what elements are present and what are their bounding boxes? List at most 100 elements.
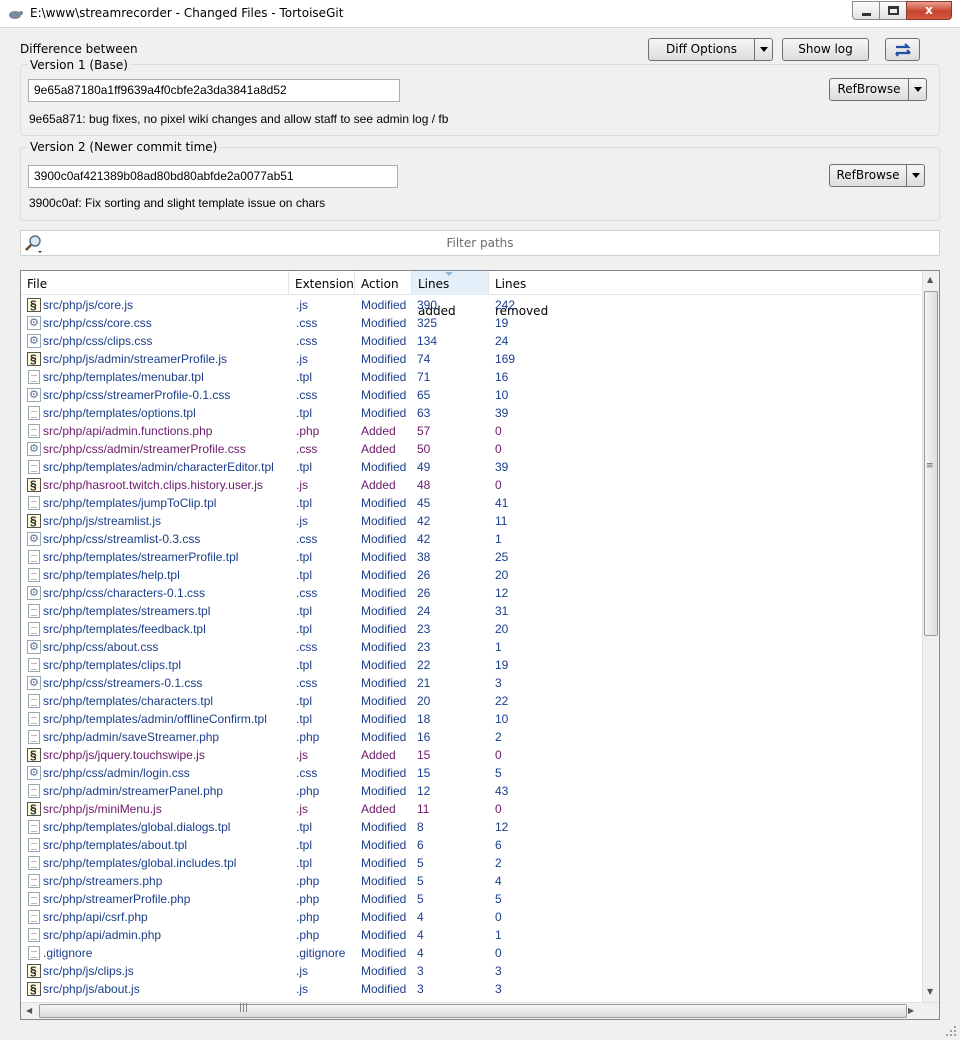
table-row[interactable]: src/php/templates/clips.tpl .tpl Modified 2… xyxy=(21,656,921,674)
table-row[interactable]: src/php/hasroot.twitch.clips.history.use… xyxy=(21,476,921,494)
table-row[interactable]: src/php/css/streamers-0.1.css .css Modifie… xyxy=(21,674,921,692)
table-row[interactable]: src/php/css/streamerProfile-0.1.css .css M… xyxy=(21,386,921,404)
lines-added: 71 xyxy=(417,370,431,384)
table-row[interactable]: src/php/api/admin.php .php Modified 4 1 xyxy=(21,926,921,944)
file-action: Modified xyxy=(361,532,407,546)
show-log-button[interactable]: Show log xyxy=(782,38,869,61)
table-row[interactable]: src/php/api/csrf.php .php Modified 4 0 xyxy=(21,908,921,926)
table-row[interactable]: src/php/css/characters-0.1.css .css Modifi… xyxy=(21,584,921,602)
table-row[interactable]: src/php/templates/characters.tpl .tpl Modi… xyxy=(21,692,921,710)
column-header-lines-removed[interactable]: Lines removed xyxy=(489,271,579,318)
lines-removed: 22 xyxy=(495,694,509,708)
table-row[interactable]: src/php/streamerProfile.php .php Modified 5… xyxy=(21,890,921,908)
filter-paths-box[interactable]: Filter paths xyxy=(20,230,940,256)
table-row[interactable]: src/php/templates/streamers.tpl .tpl Modif… xyxy=(21,602,921,620)
horizontal-scroll-thumb[interactable] xyxy=(39,1004,907,1018)
tortoisegit-icon xyxy=(9,11,23,19)
table-row[interactable]: src/php/css/about.css .css Modified 23 1 xyxy=(21,638,921,656)
file-path: src/php/streamers.php xyxy=(43,874,163,888)
lines-added: 26 xyxy=(417,568,431,582)
minimize-button[interactable] xyxy=(852,1,879,20)
scroll-down-icon[interactable]: ▼ xyxy=(927,987,933,996)
table-row[interactable]: src/php/js/admin/streamerProfile.js .js Mo… xyxy=(21,350,921,368)
table-row[interactable]: src/php/templates/global.includes.tpl .tp… xyxy=(21,854,921,872)
table-row[interactable]: src/php/streamers.php .php Modified 5 4 xyxy=(21,872,921,890)
table-row[interactable]: src/php/templates/help.tpl .tpl Modified 26… xyxy=(21,566,921,584)
column-header-extension[interactable]: Extension xyxy=(289,271,355,295)
table-row[interactable]: src/php/js/jquery.touchswipe.js .js Added 1… xyxy=(21,746,921,764)
table-row[interactable]: src/php/js/about.js .js Modified 3 3 xyxy=(21,980,921,998)
file-rows: src/php/js/core.js.jsModified390242src/p… xyxy=(21,296,921,998)
file-extension: .gitignore xyxy=(296,946,346,960)
table-row[interactable]: src/php/api/admin.functions.php .php Added… xyxy=(21,422,921,440)
js-file-icon xyxy=(27,746,41,764)
vertical-scrollbar[interactable]: ▲ ≡ ▼ xyxy=(922,271,939,1002)
table-row[interactable]: src/php/templates/feedback.tpl .tpl Modifi… xyxy=(21,620,921,638)
php-file-icon xyxy=(28,874,40,888)
version1-commit-message: 9e65a871: bug fixes, no pixel wiki chang… xyxy=(29,112,449,126)
file-extension: .css xyxy=(296,442,318,456)
file-path: src/php/css/streamerProfile-0.1.css xyxy=(43,388,231,402)
lines-removed: 19 xyxy=(495,316,509,330)
horizontal-scrollbar[interactable]: ◀ ||| ▶ xyxy=(21,1002,939,1019)
scroll-left-icon[interactable]: ◀ xyxy=(26,1006,32,1015)
table-row[interactable]: src/php/css/core.css .css Modified 325 19 xyxy=(21,314,921,332)
close-button[interactable]: x xyxy=(906,1,952,20)
version1-refbrowse-dropdown-arrow[interactable] xyxy=(908,79,926,100)
table-row[interactable]: src/php/templates/admin/offlineConfirm.t… xyxy=(21,710,921,728)
swap-versions-button[interactable] xyxy=(885,38,920,61)
table-row[interactable]: src/php/js/streamlist.js .js Modified 42 11 xyxy=(21,512,921,530)
column-header-lines-added[interactable]: Lines added xyxy=(412,271,489,318)
diff-options-dropdown-arrow[interactable] xyxy=(754,39,772,60)
version1-hash-input[interactable]: 9e65a87180a1ff9639a4f0cbfe2a3da3841a8d52 xyxy=(28,79,400,102)
lines-removed: 43 xyxy=(495,784,509,798)
file-extension: .tpl xyxy=(296,460,313,474)
maximize-button[interactable] xyxy=(879,1,906,20)
file-action: Modified xyxy=(361,874,407,888)
table-row[interactable]: src/php/templates/menubar.tpl .tpl Modifie… xyxy=(21,368,921,386)
doc-file-icon xyxy=(28,946,40,960)
file-action: Added xyxy=(361,478,396,492)
column-header-file[interactable]: File xyxy=(21,271,289,295)
lines-removed: 20 xyxy=(495,622,509,636)
version2-hash-input[interactable]: 3900c0af421389b08ad80bd80abfde2a0077ab51 xyxy=(28,165,398,188)
table-row[interactable]: src/php/templates/jumpToClip.tpl .tpl Modi… xyxy=(21,494,921,512)
lines-added: 50 xyxy=(417,442,431,456)
table-row[interactable]: src/php/css/admin/streamerProfile.css .cs… xyxy=(21,440,921,458)
version1-refbrowse-button[interactable]: RefBrowse xyxy=(829,78,927,101)
table-row[interactable]: src/php/js/miniMenu.js .js Added 11 0 xyxy=(21,800,921,818)
version2-refbrowse-dropdown-arrow[interactable] xyxy=(906,165,924,186)
resize-grip-icon[interactable] xyxy=(944,1024,958,1038)
php-file-icon xyxy=(28,928,40,942)
lines-added: 23 xyxy=(417,622,431,636)
table-row[interactable]: src/php/admin/streamerPanel.php .php Modif… xyxy=(21,782,921,800)
lines-added: 24 xyxy=(417,604,431,618)
table-row[interactable]: src/php/templates/admin/characterEditor.… xyxy=(21,458,921,476)
table-row[interactable]: src/php/templates/global.dialogs.tpl .tpl… xyxy=(21,818,921,836)
version2-refbrowse-button[interactable]: RefBrowse xyxy=(829,164,925,187)
changed-files-list[interactable]: File Extension Action Lines added Lines … xyxy=(20,270,940,1020)
lines-added: 3 xyxy=(417,964,424,978)
table-row[interactable]: src/php/templates/streamerProfile.tpl .tp… xyxy=(21,548,921,566)
table-row[interactable]: src/php/templates/about.tpl .tpl Modified 6… xyxy=(21,836,921,854)
lines-added: 26 xyxy=(417,586,431,600)
scroll-right-icon[interactable]: ▶ xyxy=(908,1006,914,1015)
lines-added: 16 xyxy=(417,730,431,744)
lines-added: 38 xyxy=(417,550,431,564)
table-row[interactable]: src/php/css/streamlist-0.3.css .css Modifi… xyxy=(21,530,921,548)
scroll-up-icon[interactable]: ▲ xyxy=(927,275,933,284)
table-row[interactable]: src/php/admin/saveStreamer.php .php Modifi… xyxy=(21,728,921,746)
file-action: Modified xyxy=(361,856,407,870)
diff-options-button[interactable]: Diff Options xyxy=(648,38,773,61)
js-file-icon xyxy=(27,800,41,818)
table-row[interactable]: src/php/css/admin/login.css .css Modified 1… xyxy=(21,764,921,782)
table-row[interactable]: src/php/js/core.js .js Modified 390 242 xyxy=(21,296,921,314)
file-path: src/php/templates/streamerProfile.tpl xyxy=(43,550,239,564)
minimize-icon xyxy=(862,13,871,16)
table-row[interactable]: src/php/templates/options.tpl .tpl Modifie… xyxy=(21,404,921,422)
js-file-icon xyxy=(27,512,41,530)
table-row[interactable]: .gitignore .gitignore Modified 4 0 xyxy=(21,944,921,962)
column-header-action[interactable]: Action xyxy=(355,271,412,295)
table-row[interactable]: src/php/js/clips.js .js Modified 3 3 xyxy=(21,962,921,980)
table-row[interactable]: src/php/css/clips.css .css Modified 134 24 xyxy=(21,332,921,350)
